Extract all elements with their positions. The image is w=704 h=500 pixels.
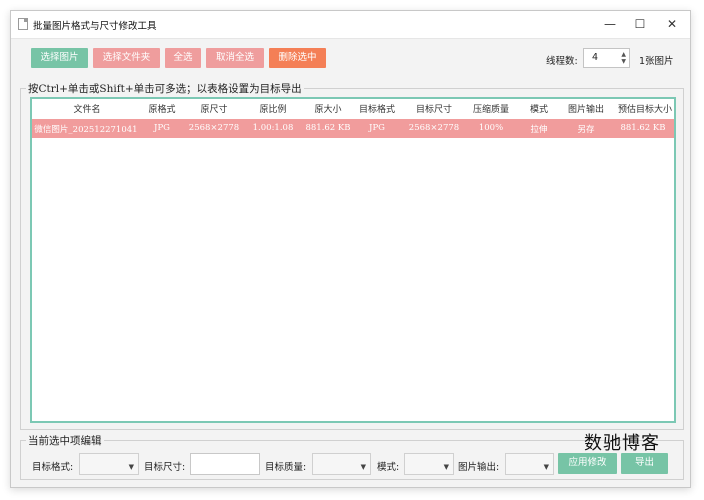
- cell-estimated-size: 881.62 KB: [620, 123, 666, 133]
- cell-orig-size: 2568×2778: [188, 123, 240, 133]
- title-bar: 批量图片格式与尺寸修改工具 — ☐ ✕: [11, 11, 690, 39]
- column-header[interactable]: 目标尺寸: [409, 102, 459, 115]
- target-format-label: 目标格式:: [32, 462, 74, 473]
- minimize-button[interactable]: —: [595, 15, 625, 33]
- table-header: 文件名 原格式 原尺寸 原比例 原大小 目标格式 目标尺寸 压缩质量 模式 图片…: [32, 99, 674, 119]
- column-header[interactable]: 原比例: [248, 102, 298, 115]
- delete-selected-button[interactable]: 删除选中: [269, 48, 326, 68]
- target-format-select[interactable]: ▼: [79, 453, 139, 475]
- cell-orig-ratio: 1.00:1.08: [252, 123, 294, 133]
- column-header[interactable]: 压缩质量: [465, 102, 517, 115]
- window-title: 批量图片格式与尺寸修改工具: [33, 21, 157, 32]
- document-icon: [18, 18, 28, 30]
- target-size-input[interactable]: [190, 453, 260, 475]
- select-all-button[interactable]: 全选: [165, 48, 201, 68]
- maximize-button[interactable]: ☐: [625, 15, 655, 33]
- cell-output: 另存: [577, 125, 595, 135]
- select-folder-button[interactable]: 选择文件夹: [93, 48, 160, 68]
- column-header[interactable]: 原格式: [142, 102, 182, 115]
- target-quality-select[interactable]: ▼: [312, 453, 371, 475]
- cell-orig-filesize: 881.62 KB: [305, 123, 351, 133]
- output-select[interactable]: ▼: [505, 453, 554, 475]
- column-header[interactable]: 模式: [521, 102, 557, 115]
- cell-target-format: JPG: [369, 123, 385, 133]
- cell-target-size: 2568×2778: [408, 123, 460, 133]
- column-header[interactable]: 预估目标大小: [615, 102, 675, 115]
- cell-mode: 拉伸: [530, 125, 548, 135]
- mode-select[interactable]: ▼: [404, 453, 454, 475]
- table-row[interactable]: 微信图片_202512271041 JPG 2568×2778 1.00:1.0…: [32, 119, 674, 138]
- column-header[interactable]: 原大小: [304, 102, 352, 115]
- threads-value: 4: [592, 52, 599, 63]
- triangle-down-icon[interactable]: ▼: [621, 58, 626, 65]
- target-quality-label: 目标质量:: [265, 462, 307, 473]
- target-size-label: 目标尺寸:: [144, 462, 186, 473]
- output-label: 图片输出:: [458, 462, 500, 473]
- chevron-down-icon: ▼: [543, 463, 549, 471]
- watermark: 数驰博客: [584, 433, 660, 454]
- apply-button[interactable]: 应用修改: [558, 453, 617, 474]
- mode-label: 模式:: [377, 462, 400, 473]
- chevron-down-icon: ▼: [128, 463, 134, 471]
- cell-quality: 100%: [478, 123, 504, 133]
- chevron-down-icon: ▼: [360, 463, 366, 471]
- cell-orig-format: JPG: [154, 123, 170, 133]
- deselect-all-button[interactable]: 取消全选: [206, 48, 264, 68]
- select-images-button[interactable]: 选择图片: [31, 48, 88, 68]
- column-header[interactable]: 目标格式: [352, 102, 402, 115]
- threads-spinbox[interactable]: 4 ▲ ▼: [583, 48, 630, 68]
- edit-group-legend: 当前选中项编辑: [26, 433, 104, 448]
- export-button[interactable]: 导出: [621, 453, 668, 474]
- app-window: 批量图片格式与尺寸修改工具 — ☐ ✕ 选择图片 选择文件夹 全选 取消全选 删…: [10, 10, 691, 488]
- spin-arrows[interactable]: ▲ ▼: [621, 51, 626, 65]
- column-header[interactable]: 图片输出: [561, 102, 611, 115]
- threads-label: 线程数:: [546, 56, 578, 67]
- image-count: 1张图片: [639, 56, 674, 67]
- image-table[interactable]: 文件名 原格式 原尺寸 原比例 原大小 目标格式 目标尺寸 压缩质量 模式 图片…: [30, 97, 676, 423]
- triangle-up-icon[interactable]: ▲: [621, 51, 626, 58]
- column-header[interactable]: 文件名: [47, 102, 127, 115]
- column-header[interactable]: 原尺寸: [189, 102, 239, 115]
- table-group-legend: 按Ctrl+单击或Shift+单击可多选；以表格设置为目标导出: [26, 81, 304, 96]
- close-button[interactable]: ✕: [657, 15, 687, 33]
- cell-filename: 微信图片_202512271041: [34, 125, 138, 135]
- chevron-down-icon: ▼: [443, 463, 449, 471]
